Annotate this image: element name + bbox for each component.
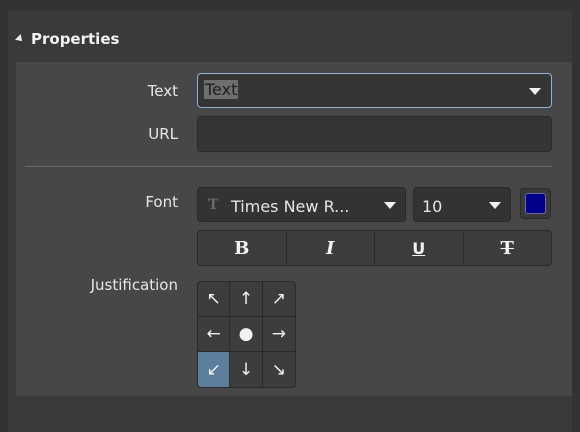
bold-button[interactable]: B (198, 231, 287, 265)
strikethrough-button[interactable]: T (464, 231, 552, 265)
font-type-icon: T (208, 197, 219, 213)
justify-bottom-left-button[interactable]: ↙ (198, 352, 231, 387)
justify-top-right-button[interactable]: ↗ (262, 282, 295, 317)
justify-center-button[interactable]: ● (230, 317, 263, 352)
collapse-triangle-icon[interactable] (15, 34, 25, 44)
chevron-down-icon (384, 202, 396, 209)
justify-top-center-button[interactable]: ↑ (230, 282, 263, 317)
font-size-value: 10 (422, 197, 443, 216)
justify-bottom-center-button[interactable]: ↓ (230, 352, 263, 387)
justify-bottom-right-button[interactable]: ↘ (263, 352, 295, 387)
italic-button[interactable]: I (287, 231, 375, 265)
justification-label: Justification (90, 276, 178, 294)
justify-middle-left-button[interactable]: ← (198, 317, 231, 352)
justification-grid: ↖ ↑ ↗ ← ● → ↙ ↓ ↘ (197, 281, 296, 388)
properties-section-header[interactable]: Properties (8, 18, 572, 60)
text-field-value: Text (204, 80, 239, 99)
url-label: URL (148, 125, 178, 143)
url-input[interactable] (197, 116, 552, 152)
font-size-dropdown[interactable]: 10 (413, 187, 511, 222)
chevron-down-icon (489, 202, 501, 209)
font-family-value: Times New R... (231, 197, 350, 216)
top-strip (0, 0, 580, 10)
divider (25, 166, 552, 167)
font-color-button[interactable] (520, 188, 551, 219)
right-edge (572, 0, 580, 432)
underline-button[interactable]: U (375, 231, 464, 265)
text-dropdown-caret-icon[interactable] (529, 88, 541, 95)
font-label: Font (145, 193, 178, 211)
text-style-toolbar: B I U T (197, 230, 552, 266)
justify-middle-right-button[interactable]: → (262, 317, 295, 352)
text-field[interactable]: Text (197, 73, 552, 108)
font-color-swatch (525, 193, 546, 214)
left-edge (0, 0, 8, 432)
section-title: Properties (31, 30, 120, 48)
justify-top-left-button[interactable]: ↖ (198, 282, 231, 317)
text-label: Text (147, 82, 178, 100)
font-family-dropdown[interactable]: T Times New R... (197, 187, 406, 222)
